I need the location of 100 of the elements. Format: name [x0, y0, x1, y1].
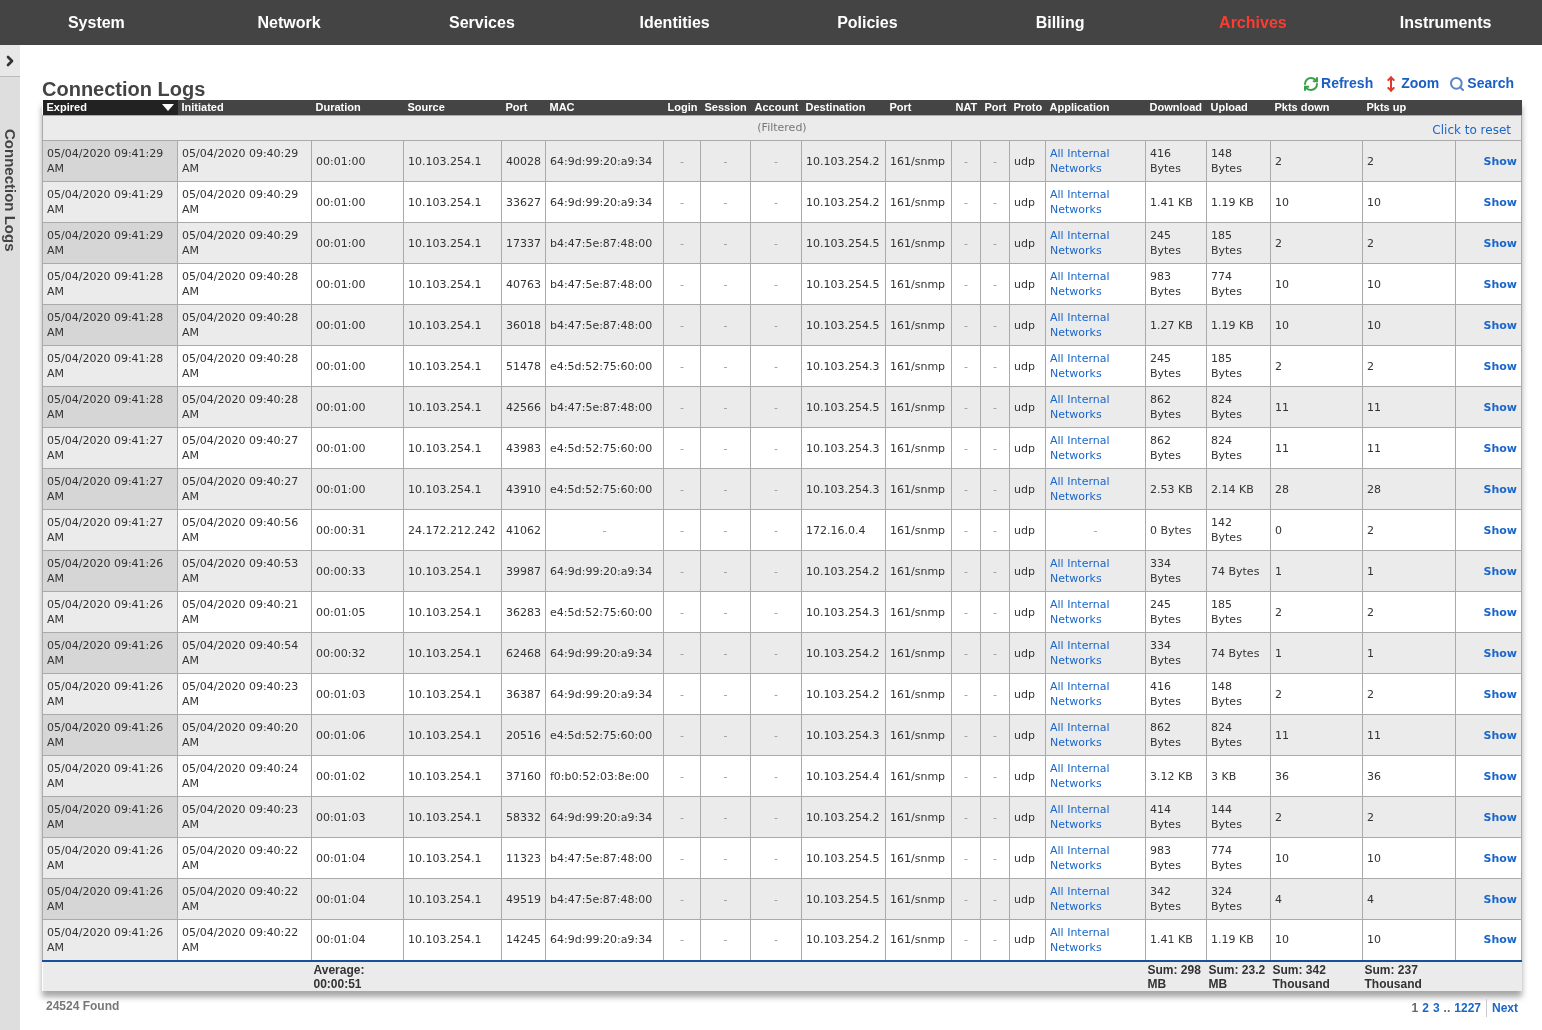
show-link[interactable]: Show	[1483, 154, 1517, 168]
page-link[interactable]: 3	[1432, 998, 1440, 1017]
table-cell-text: 00:01:00	[316, 195, 366, 209]
column-header[interactable]: Port	[501, 100, 546, 116]
table-cell-text: 774 Bytes	[1211, 270, 1242, 298]
empty-value: -	[993, 646, 997, 660]
toolbar-button[interactable]: Refresh	[1303, 73, 1374, 94]
table-cell-text: 05/04/2020 09:41:28 AM	[47, 393, 164, 421]
show-link[interactable]: Show	[1483, 605, 1517, 619]
show-link[interactable]: Show	[1483, 523, 1517, 537]
table-cell-text: 05/04/2020 09:41:27 AM	[47, 516, 164, 544]
show-link[interactable]: Show	[1483, 359, 1517, 373]
show-link[interactable]: Show	[1483, 892, 1517, 906]
table-cell-text: 64:9d:99:20:a9:34	[550, 687, 653, 701]
nav-tab[interactable]: Services	[385, 0, 579, 45]
column-header[interactable]: Initiated	[177, 100, 312, 116]
table-cell-text: 2	[1367, 236, 1374, 250]
empty-value: -	[723, 277, 728, 291]
show-link[interactable]: Show	[1483, 687, 1517, 701]
column-header[interactable]: Port	[885, 100, 952, 116]
table-cell-text: 05/04/2020 09:40:28 AM	[182, 393, 299, 421]
show-link[interactable]: Show	[1483, 933, 1517, 947]
show-link[interactable]: Show	[1483, 400, 1517, 414]
table-cell-text: 00:01:00	[316, 359, 366, 373]
table-cell-text: udp	[1014, 646, 1035, 660]
table-cell-text: 4	[1367, 892, 1374, 906]
table-cell-text: 05/04/2020 09:40:56 AM	[182, 516, 299, 544]
table-cell-text: 33627	[506, 195, 541, 209]
show-link[interactable]: Show	[1483, 236, 1517, 250]
table-cell-text: 05/04/2020 09:40:29 AM	[182, 147, 299, 175]
show-link[interactable]: Show	[1483, 728, 1517, 742]
table-cell-text: 10.103.254.2	[806, 195, 880, 209]
show-link[interactable]: Show	[1483, 482, 1517, 496]
toolbar-button[interactable]: Search	[1449, 73, 1514, 94]
expand-button[interactable]	[0, 45, 20, 77]
empty-value: -	[964, 687, 968, 701]
column-header[interactable]: Account	[750, 100, 802, 116]
empty-value: -	[723, 523, 728, 537]
empty-value: -	[993, 277, 997, 291]
show-link[interactable]: Show	[1483, 441, 1517, 455]
show-link[interactable]: Show	[1483, 646, 1517, 660]
column-header[interactable]: Pkts up	[1362, 100, 1456, 116]
nav-tab[interactable]: Identities	[578, 0, 771, 45]
column-header[interactable]: Destination	[801, 100, 886, 116]
empty-value: -	[680, 154, 684, 168]
column-header[interactable]: Proto	[1009, 100, 1046, 116]
table-cell-text: 51478	[506, 359, 541, 373]
empty-value: -	[723, 769, 728, 783]
show-link[interactable]: Show	[1483, 318, 1517, 332]
column-header[interactable]: Upload	[1206, 100, 1271, 116]
page-link[interactable]: 1	[1411, 998, 1419, 1017]
table-cell-text: e4:5d:52:75:60:00	[550, 359, 653, 373]
empty-value: -	[774, 195, 778, 209]
empty-value: -	[993, 441, 997, 455]
column-header[interactable]: Session	[700, 100, 751, 116]
table-cell-text: 39987	[506, 564, 541, 578]
show-link[interactable]: Show	[1483, 769, 1517, 783]
table-cell-text: 10.103.254.1	[408, 482, 482, 496]
column-header[interactable]: Duration	[311, 100, 404, 116]
nav-tab[interactable]: Billing	[963, 0, 1157, 45]
reset-filter-link[interactable]: Click to reset	[1432, 121, 1511, 139]
empty-value: -	[964, 195, 968, 209]
nav-tab[interactable]: Network	[192, 0, 386, 45]
nav-tab[interactable]: System	[0, 0, 193, 45]
show-link[interactable]: Show	[1483, 851, 1517, 865]
show-link[interactable]: Show	[1483, 564, 1517, 578]
toolbar-button[interactable]: Zoom	[1383, 73, 1440, 94]
table-cell-text: 10.103.254.2	[806, 154, 880, 168]
page-link[interactable]: 1227	[1454, 998, 1487, 1017]
column-header[interactable]: Download	[1145, 100, 1207, 116]
table-cell-text: 36387	[506, 687, 541, 701]
nav-tab[interactable]: Instruments	[1349, 0, 1542, 45]
table-cell-text: b4:47:5e:87:48:00	[550, 892, 653, 906]
column-header[interactable]: NAT	[951, 100, 981, 116]
column-header[interactable]: Pkts down	[1270, 100, 1363, 116]
next-page-link[interactable]: Next	[1487, 998, 1518, 1017]
nav-tab[interactable]: Policies	[771, 0, 964, 45]
column-header[interactable]: Source	[403, 100, 502, 116]
column-header[interactable]: Port	[980, 100, 1010, 116]
table-cell-text: 05/04/2020 09:41:26 AM	[47, 925, 164, 954]
column-header[interactable]: MAC	[545, 100, 664, 116]
table-cell-text: udp	[1014, 769, 1035, 783]
table-cell-text: 74 Bytes	[1211, 646, 1260, 660]
table-cell-text: e4:5d:52:75:60:00	[550, 441, 653, 455]
show-link[interactable]: Show	[1483, 810, 1517, 824]
empty-value: -	[964, 523, 968, 537]
table-cell-text: 05/04/2020 09:41:26 AM	[47, 803, 164, 831]
column-header[interactable]: Expired	[42, 100, 178, 116]
empty-value: -	[993, 810, 997, 824]
show-link[interactable]: Show	[1483, 277, 1517, 291]
column-header[interactable]: Login	[663, 100, 701, 116]
empty-value: -	[723, 810, 728, 824]
page-link[interactable]: 2	[1422, 998, 1429, 1017]
column-header[interactable]	[1455, 100, 1522, 116]
show-link[interactable]: Show	[1483, 195, 1517, 209]
table-cell-text: udp	[1014, 236, 1035, 250]
table-cell-text: 414 Bytes	[1150, 803, 1181, 831]
table-cell-text: udp	[1014, 564, 1035, 578]
column-header[interactable]: Application	[1045, 100, 1146, 116]
empty-value: -	[964, 769, 968, 783]
